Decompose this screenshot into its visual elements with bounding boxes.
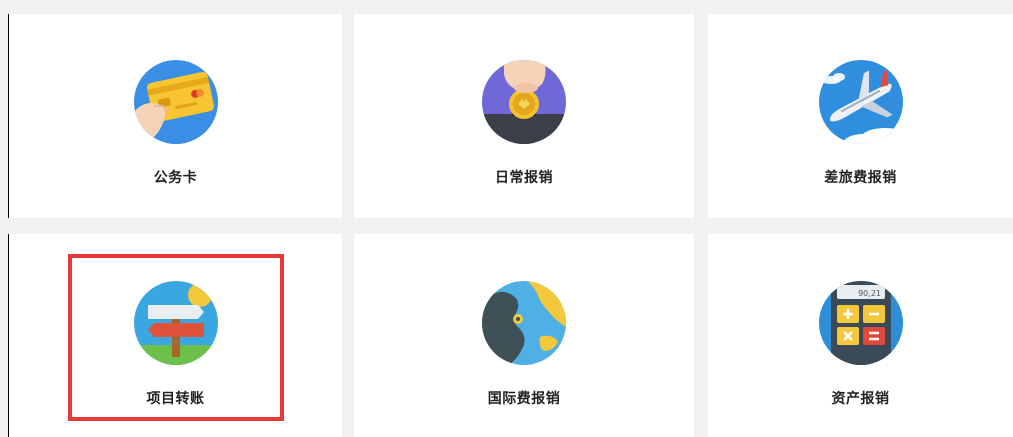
globe-icon — [482, 281, 566, 365]
calculator-display-text: 90,21 — [858, 289, 881, 298]
card-label: 项目转账 — [146, 391, 205, 407]
card-asset-reimbursement[interactable]: 90,21 资产报销 — [708, 234, 1013, 437]
signpost-icon — [133, 281, 218, 365]
coin-hand-icon — [482, 60, 566, 144]
card-project-transfer[interactable]: 项目转账 — [8, 234, 342, 437]
corporate-card-icon — [133, 60, 218, 144]
card-label: 差旅费报销 — [824, 170, 897, 186]
card-daily-reimbursement[interactable]: 日常报销 — [354, 14, 694, 218]
calculator-icon: 90,21 — [818, 281, 903, 365]
reimbursement-menu-grid: 公务卡 日常报销 差旅费报销 项目转账 国际费报销 90,21 资产报销 — [0, 0, 1013, 437]
card-label: 日常报销 — [495, 170, 553, 186]
card-label: 资产报销 — [831, 391, 890, 407]
card-label: 国际费报销 — [487, 391, 561, 407]
card-travel-reimbursement[interactable]: 差旅费报销 — [708, 14, 1013, 218]
card-label: 公务卡 — [153, 170, 198, 186]
card-international-reimbursement[interactable]: 国际费报销 — [354, 234, 694, 437]
card-corporate-card[interactable]: 公务卡 — [8, 14, 342, 218]
airplane-icon — [818, 60, 903, 144]
